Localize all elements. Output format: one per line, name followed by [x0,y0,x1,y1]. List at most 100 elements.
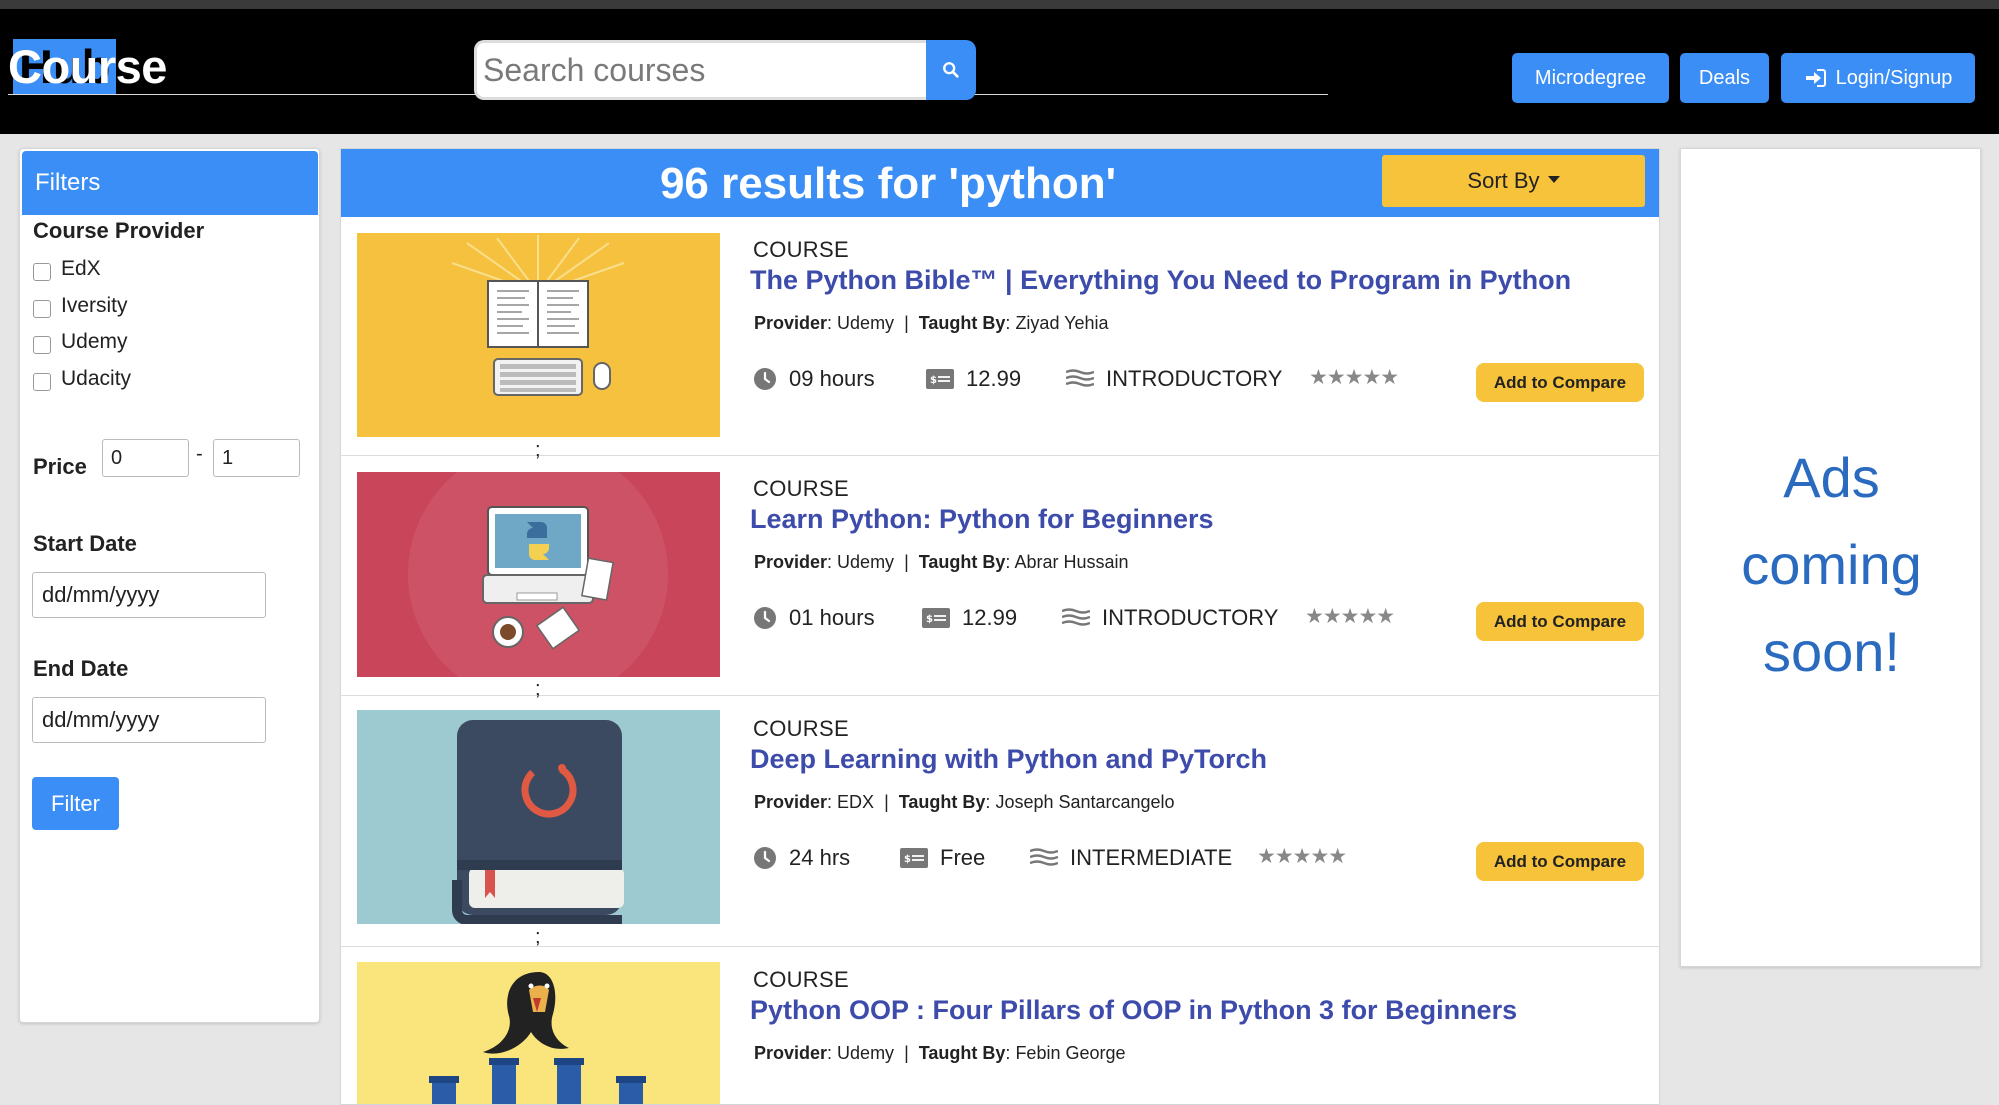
stray-semicolon: ; [535,926,541,948]
login-signup-button[interactable]: Login/Signup [1781,53,1975,103]
rating-stars: ★★★★★ [1309,366,1399,389]
course-thumbnail[interactable] [357,472,720,677]
instructor-value: Joseph Santarcangelo [995,792,1175,812]
provider-option-iversity[interactable]: Iversity [33,294,128,318]
sort-by-dropdown[interactable]: Sort By [1382,155,1645,207]
ads-line: soon! [1763,620,1900,683]
course-meta: Provider: Udemy | Taught By: Ziyad Yehia [754,313,1109,333]
course-meta: Provider: EDX | Taught By: Joseph Santarca… [754,792,1175,812]
provider-value: EDX [837,792,875,812]
search-input[interactable] [474,40,926,100]
course-thumbnail[interactable] [357,710,720,924]
rating-stars: ★★★★★ [1257,845,1347,868]
course-duration: 01 hours [753,605,875,631]
course-type-label: COURSE [753,716,849,741]
filter-button[interactable]: Filter [32,777,119,830]
course-level: INTRODUCTORY [1066,366,1282,392]
course-price: $ 12.99 [922,605,1017,631]
caret-down-icon [1547,175,1560,183]
checkbox-edx[interactable] [33,263,51,281]
provider-label: Provider [754,792,828,812]
window-top-strip [0,0,1999,9]
taught-by-label: Taught By [918,552,1006,572]
course-title-link[interactable]: Learn Python: Python for Beginners [750,504,1214,535]
level-value: INTRODUCTORY [1102,605,1279,630]
svg-text:$: $ [926,614,933,625]
taught-by-label: Taught By [898,792,986,812]
pytorch-book-illustration [357,710,720,924]
logo[interactable]: Course Hub [8,39,1328,95]
end-date-input[interactable]: dd/mm/yyyy [32,697,266,743]
price-max-input[interactable]: 1 [213,439,300,477]
provider-label: Provider [754,552,828,572]
deals-button[interactable]: Deals [1680,53,1769,103]
ads-line: coming [1741,533,1922,596]
money-bill-icon: $ [900,848,928,868]
course-card: ; COURSE Deep Learning with Python and P… [341,696,1659,948]
course-type-label: COURSE [753,967,849,992]
add-to-compare-button[interactable]: Add to Compare [1476,602,1644,641]
level-bars-icon [1030,848,1058,866]
add-to-compare-button[interactable]: Add to Compare [1476,363,1644,402]
ads-panel: Ads coming soon! [1680,148,1981,967]
laptop-python-illustration [357,472,720,677]
course-type-label: COURSE [753,476,849,501]
checkbox-udemy[interactable] [33,336,51,354]
price-value: 12.99 [966,366,1022,391]
ads-placeholder-text: Ads coming soon! [1681,434,1982,695]
microdegree-button[interactable]: Microdegree [1512,53,1669,103]
provider-label: Udemy [61,330,128,353]
duration-value: 24 hrs [789,845,851,870]
price-separator: - [196,443,203,465]
open-book-laptop-illustration [357,233,720,437]
checkbox-iversity[interactable] [33,300,51,318]
course-card: ; COURSE Learn Python: Python for Beginn… [341,456,1659,700]
search-bar [474,40,976,100]
provider-option-edx[interactable]: EdX [33,257,101,281]
filters-header: Filters [22,151,318,215]
provider-label: EdX [61,257,101,280]
course-meta: Provider: Udemy | Taught By: Abrar Hussain [754,552,1129,572]
svg-text:$: $ [930,375,937,386]
course-title-link[interactable]: Deep Learning with Python and PyTorch [750,744,1267,775]
start-date-input[interactable]: dd/mm/yyyy [32,572,266,618]
clock-icon [754,368,776,390]
clock-icon [754,847,776,869]
instructor-value: Ziyad Yehia [1015,313,1109,333]
duration-value: 09 hours [789,366,875,391]
rating-stars: ★★★★★ [1305,605,1395,628]
provider-label: Provider [754,313,828,333]
checkbox-udacity[interactable] [33,373,51,391]
course-price: $ Free [900,845,985,871]
course-meta: Provider: Udemy | Taught By: Febin George [754,1043,1126,1063]
course-level: INTERMEDIATE [1030,845,1232,871]
navbar: Course Hub Microdegree Deals Login/Signu… [0,9,1999,134]
sort-by-label: Sort By [1467,168,1540,193]
price-label: Price [33,454,87,479]
course-title-link[interactable]: Python OOP : Four Pillars of OOP in Pyth… [750,995,1517,1026]
taught-by-label: Taught By [918,313,1006,333]
filters-panel: Filters Course Provider EdX Iversity Ude… [19,148,320,1023]
price-value: 12.99 [962,605,1018,630]
provider-value: Udemy [837,552,895,572]
search-button[interactable] [926,40,976,100]
results-count-heading: 96 results for 'python' [659,159,1117,208]
course-title-link[interactable]: The Python Bible™ | Everything You Need … [750,265,1571,296]
provider-label: Iversity [61,294,128,317]
course-thumbnail[interactable] [357,233,720,437]
course-thumbnail[interactable] [357,962,720,1104]
provider-option-udemy[interactable]: Udemy [33,330,128,354]
instructor-value: Abrar Hussain [1014,552,1129,572]
end-date-label: End Date [33,656,129,681]
level-value: INTERMEDIATE [1070,845,1233,870]
price-min-input[interactable]: 0 [102,439,189,477]
cobra-pillars-illustration [357,962,720,1104]
add-to-compare-button[interactable]: Add to Compare [1476,842,1644,881]
money-bill-icon: $ [926,369,954,389]
provider-value: Udemy [837,1043,895,1063]
provider-option-udacity[interactable]: Udacity [33,367,131,391]
course-price: $ 12.99 [926,366,1021,392]
results-header: 96 results for 'python' Sort By [341,149,1659,217]
level-bars-icon [1066,369,1094,387]
price-value: Free [940,845,986,870]
